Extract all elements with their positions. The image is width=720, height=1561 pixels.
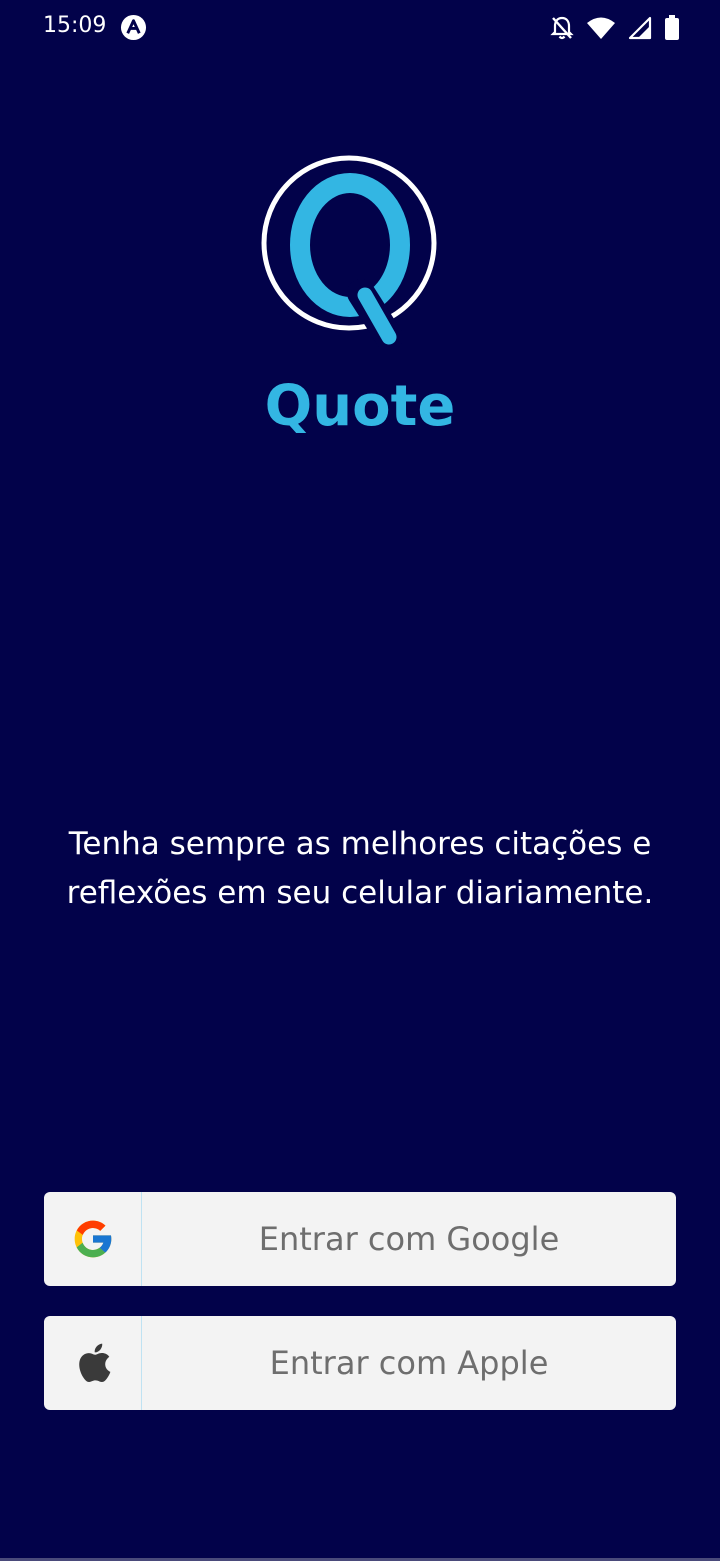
app-logo [261, 155, 437, 347]
apple-login-label: Entrar com Apple [269, 1344, 549, 1382]
status-icons [550, 14, 680, 42]
signal-icon [628, 16, 652, 40]
apple-icon-cell [44, 1316, 142, 1410]
google-login-button[interactable]: Entrar com Google [44, 1192, 676, 1286]
font-a-icon [120, 14, 147, 41]
tagline: Tenha sempre as melhores citações e refl… [66, 826, 654, 911]
bell-off-icon [550, 16, 574, 40]
status-time: 15:09 [43, 13, 107, 38]
battery-icon [665, 15, 679, 40]
google-icon-cell [44, 1192, 142, 1286]
google-login-label: Entrar com Google [258, 1220, 560, 1258]
google-icon [74, 1220, 111, 1258]
app-name: Quote [264, 374, 456, 439]
apple-login-button[interactable]: Entrar com Apple [44, 1316, 676, 1410]
apple-icon [78, 1343, 110, 1383]
status-bar: 15:09 [0, 0, 720, 56]
wifi-icon [587, 17, 615, 39]
